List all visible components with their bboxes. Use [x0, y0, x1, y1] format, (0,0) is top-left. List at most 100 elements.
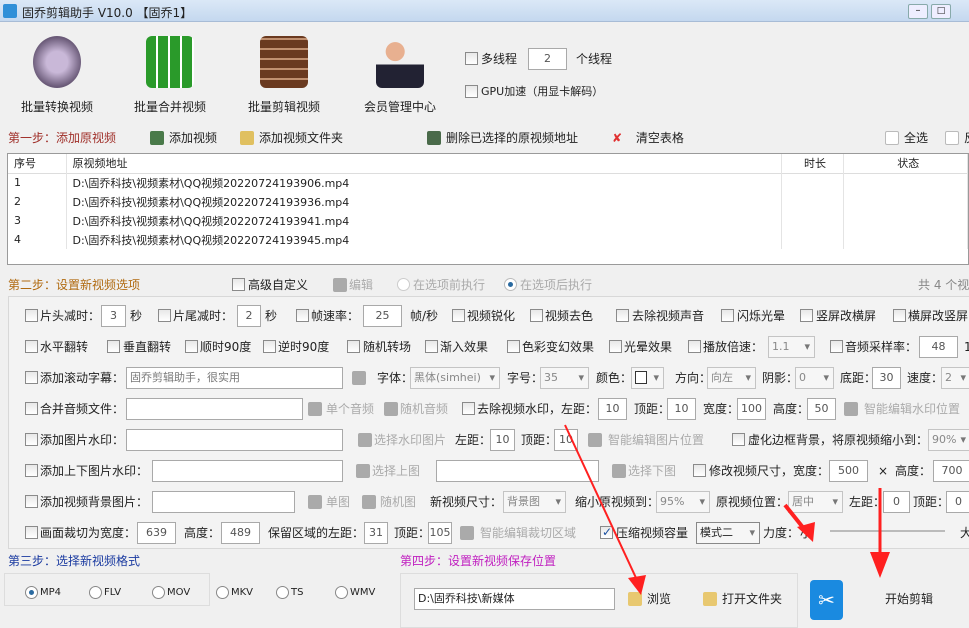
mute-checkbox[interactable] — [616, 309, 629, 322]
clear-table-button[interactable]: ✘ 清空表格 — [612, 130, 684, 146]
crop-top-input[interactable]: 105 — [428, 522, 452, 544]
select-all-button[interactable]: 全选 — [885, 130, 928, 146]
merge-audio-checkbox[interactable] — [25, 402, 38, 415]
img-top-input[interactable]: 10 — [554, 429, 578, 451]
wm-width-input[interactable]: 100 — [737, 398, 766, 420]
tail-trim-checkbox[interactable] — [158, 309, 171, 322]
image-watermark-checkbox[interactable] — [25, 433, 38, 446]
color-select[interactable] — [631, 367, 664, 389]
open-folder-button[interactable]: 打开文件夹 — [703, 591, 782, 607]
compress-checkbox[interactable] — [600, 524, 613, 540]
bg-left-input[interactable]: 0 — [883, 491, 910, 513]
crop-height-input[interactable]: 489 — [221, 522, 260, 544]
subtitle-checkbox[interactable] — [25, 371, 38, 384]
fps-checkbox[interactable] — [296, 309, 309, 322]
tail-trim-input[interactable]: 2 — [237, 305, 261, 327]
flash-checkbox[interactable] — [721, 309, 734, 322]
resize-checkbox[interactable] — [693, 464, 706, 477]
font-size-select[interactable]: 35 — [540, 367, 589, 389]
table-row[interactable]: 1 D:\固乔科技\视频素材\QQ视频20220724193906.mp4 — [8, 173, 968, 192]
halo-checkbox[interactable] — [609, 340, 622, 353]
top-image-input[interactable] — [152, 460, 343, 482]
force-slider[interactable] — [830, 530, 945, 532]
remove-watermark-checkbox[interactable] — [462, 402, 475, 415]
font-select[interactable]: 黑体(simhei) — [410, 367, 500, 389]
compress-mode-select[interactable]: 模式二 — [696, 522, 760, 544]
after-radio[interactable] — [504, 278, 517, 291]
subtitle-input[interactable]: 固乔剪辑助手，很实用 — [126, 367, 343, 389]
fadein-checkbox[interactable] — [425, 340, 438, 353]
choose-watermark-button[interactable]: 选择水印图片 — [374, 432, 446, 448]
smart-crop-button[interactable]: 智能编辑裁切区域 — [480, 525, 576, 541]
delete-selected-button[interactable]: 删除已选择的原视频地址 — [427, 130, 578, 146]
col-duration[interactable]: 时长 — [781, 154, 844, 173]
v2h-checkbox[interactable] — [800, 309, 813, 322]
col-index[interactable]: 序号 — [8, 154, 67, 173]
minimize-button[interactable]: – — [908, 4, 928, 19]
img-left-input[interactable]: 10 — [490, 429, 515, 451]
top-bottom-image-checkbox[interactable] — [25, 464, 38, 477]
multithread-checkbox[interactable] — [465, 52, 478, 65]
cw-checkbox[interactable] — [185, 340, 198, 353]
fps-input[interactable]: 25 — [363, 305, 402, 327]
blur-scale-select[interactable]: 90% — [928, 429, 969, 451]
shrink-select[interactable]: 95% — [656, 491, 710, 513]
shadow-select[interactable]: 0 — [795, 367, 834, 389]
invert-select-button[interactable]: 反 — [945, 130, 969, 146]
single-audio-button[interactable]: 单个音频 — [326, 401, 374, 417]
add-video-button[interactable]: 添加视频 — [150, 130, 217, 146]
speed-select[interactable]: 1.1 — [768, 336, 815, 358]
bottom-image-input[interactable] — [436, 460, 599, 482]
decolor-checkbox[interactable] — [530, 309, 543, 322]
wm-height-input[interactable]: 50 — [807, 398, 836, 420]
resize-height-input[interactable]: 700 — [933, 460, 969, 482]
vflip-checkbox[interactable] — [107, 340, 120, 353]
start-edit-button[interactable]: 开始剪辑 — [885, 590, 933, 607]
col-path[interactable]: 原视频地址 — [66, 154, 782, 173]
h2v-checkbox[interactable] — [893, 309, 906, 322]
bottom-margin-input[interactable]: 30 — [872, 367, 901, 389]
choose-bottom-button[interactable]: 选择下图 — [628, 463, 676, 479]
head-trim-checkbox[interactable] — [25, 309, 38, 322]
table-row[interactable]: 3 D:\固乔科技\视频素材\QQ视频20220724193941.mp4 — [8, 211, 968, 230]
crop-width-input[interactable]: 639 — [137, 522, 176, 544]
edit-button[interactable]: 编辑 — [349, 277, 373, 293]
random-audio-button[interactable]: 随机音频 — [400, 401, 448, 417]
random-image-button[interactable]: 随机图 — [380, 494, 416, 510]
sharpen-checkbox[interactable] — [452, 309, 465, 322]
image-watermark-input[interactable] — [126, 429, 343, 451]
gpu-checkbox[interactable] — [465, 85, 478, 98]
sample-rate-checkbox[interactable] — [830, 340, 843, 353]
text-edit-icon[interactable] — [352, 371, 366, 385]
thread-count-input[interactable]: 2 — [528, 48, 567, 70]
blur-border-checkbox[interactable] — [732, 433, 745, 446]
video-table[interactable]: 序号 原视频地址 时长 状态 1 D:\固乔科技\视频素材\QQ视频2022072… — [7, 153, 969, 265]
smart-watermark-button[interactable]: 智能编辑水印位置 — [864, 401, 960, 417]
browse-button[interactable]: 浏览 — [628, 591, 671, 607]
ccw-checkbox[interactable] — [263, 340, 276, 353]
crop-left-input[interactable]: 31 — [364, 522, 388, 544]
audio-file-input[interactable] — [126, 398, 303, 420]
wm-top-input[interactable]: 10 — [667, 398, 696, 420]
speed-checkbox[interactable] — [688, 340, 701, 353]
scroll-speed-select[interactable]: 2 — [941, 367, 969, 389]
position-select[interactable]: 居中 — [788, 491, 843, 513]
transition-checkbox[interactable] — [347, 340, 360, 353]
wm-left-input[interactable]: 10 — [598, 398, 627, 420]
add-folder-button[interactable]: 添加视频文件夹 — [240, 130, 343, 146]
color-effect-checkbox[interactable] — [507, 340, 520, 353]
save-path-input[interactable]: D:\固乔科技\新媒体 — [414, 588, 615, 610]
new-size-select[interactable]: 背景图 — [503, 491, 566, 513]
smart-image-button[interactable]: 智能编辑图片位置 — [608, 432, 704, 448]
crop-checkbox[interactable] — [25, 526, 38, 539]
scissors-icon[interactable]: ✂ — [810, 580, 843, 620]
col-status[interactable]: 状态 — [843, 154, 968, 173]
maximize-button[interactable]: □ — [931, 4, 951, 19]
before-radio[interactable] — [397, 278, 410, 291]
table-row[interactable]: 2 D:\固乔科技\视频素材\QQ视频20220724193936.mp4 — [8, 192, 968, 211]
direction-select[interactable]: 向左 — [707, 367, 756, 389]
bg-image-input[interactable] — [152, 491, 295, 513]
single-image-button[interactable]: 单图 — [326, 494, 350, 510]
resize-width-input[interactable]: 500 — [829, 460, 868, 482]
hflip-checkbox[interactable] — [25, 340, 38, 353]
